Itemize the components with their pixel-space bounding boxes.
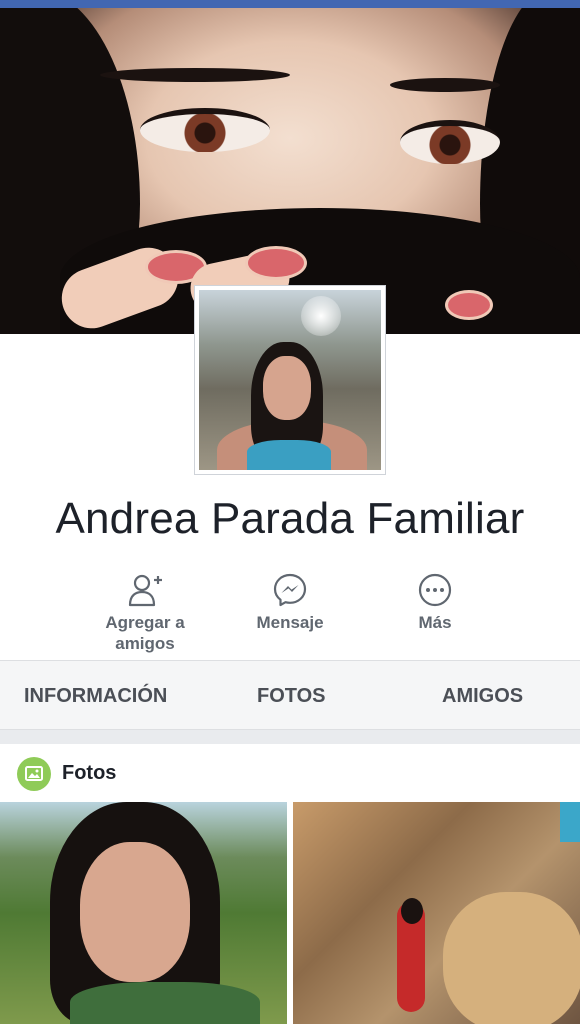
more-label: Más <box>418 613 452 632</box>
profile-page: Andrea Parada Familiar Agregar a amigos … <box>0 0 580 1024</box>
photos-section-header[interactable]: Fotos <box>0 744 580 802</box>
more-button[interactable]: Más <box>365 572 505 660</box>
profile-actions: Agregar a amigos Mensaje Más <box>0 572 580 660</box>
tab-informacion[interactable]: INFORMACIÓN <box>24 661 167 731</box>
top-status-bar <box>0 0 580 8</box>
tab-fotos[interactable]: FOTOS <box>257 661 326 731</box>
add-friend-icon <box>128 574 162 607</box>
section-divider <box>0 730 580 744</box>
profile-name: Andrea Parada Familiar <box>55 494 525 543</box>
profile-tabs: INFORMACIÓN FOTOS AMIGOS <box>0 660 580 730</box>
profile-picture[interactable] <box>194 285 386 475</box>
add-friend-label: Agregar a amigos <box>105 613 185 653</box>
photos-section-title: Fotos <box>62 762 117 784</box>
photos-icon <box>17 757 51 791</box>
photo-thumbnail[interactable] <box>293 802 580 1024</box>
add-friend-button[interactable]: Agregar a amigos <box>75 572 215 660</box>
avatar <box>199 290 381 470</box>
message-button[interactable]: Mensaje <box>220 572 360 660</box>
more-icon <box>418 573 452 607</box>
message-label: Mensaje <box>256 613 324 632</box>
photo-thumbnail[interactable] <box>0 802 287 1024</box>
tab-amigos[interactable]: AMIGOS <box>442 661 523 731</box>
messenger-icon <box>273 573 307 607</box>
